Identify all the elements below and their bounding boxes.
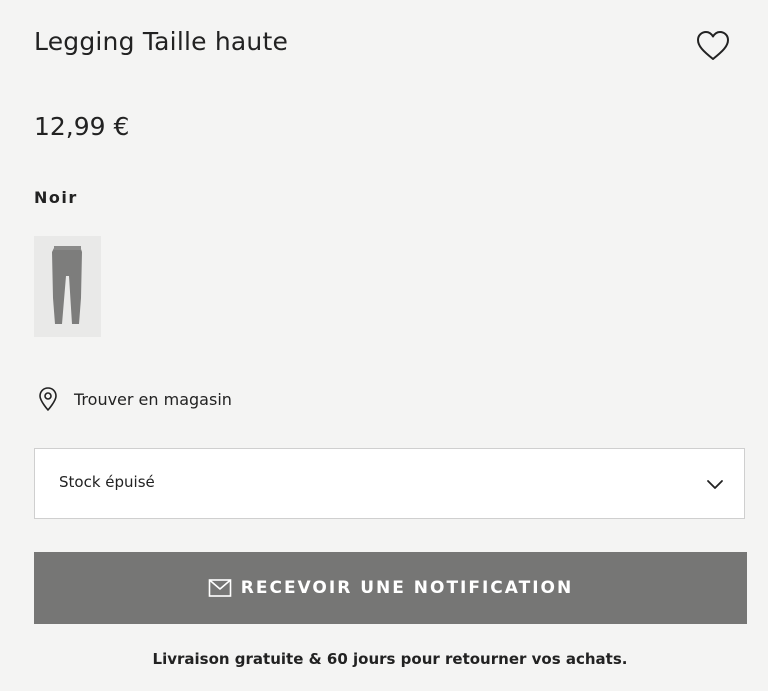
notify-me-button[interactable]: RECEVOIR UNE NOTIFICATION bbox=[34, 552, 747, 624]
color-swatch[interactable] bbox=[34, 236, 101, 337]
envelope-icon bbox=[208, 579, 232, 597]
wishlist-button[interactable] bbox=[694, 28, 732, 64]
product-title: Legging Taille haute bbox=[34, 27, 289, 56]
notify-me-label: RECEVOIR UNE NOTIFICATION bbox=[240, 578, 574, 598]
size-select-value: Stock épuisé bbox=[59, 473, 155, 491]
product-price: 12,99 € bbox=[34, 112, 130, 141]
leggings-thumbnail bbox=[52, 246, 82, 324]
color-name: Noir bbox=[34, 188, 78, 207]
find-in-store-label: Trouver en magasin bbox=[74, 389, 232, 409]
size-select[interactable]: Stock épuisé bbox=[34, 448, 745, 519]
location-pin-icon bbox=[39, 387, 57, 411]
chevron-down-icon bbox=[707, 480, 723, 489]
shipping-note: Livraison gratuite & 60 jours pour retou… bbox=[152, 650, 628, 668]
find-in-store-link[interactable]: Trouver en magasin bbox=[36, 386, 232, 412]
heart-outline-icon bbox=[697, 31, 729, 60]
